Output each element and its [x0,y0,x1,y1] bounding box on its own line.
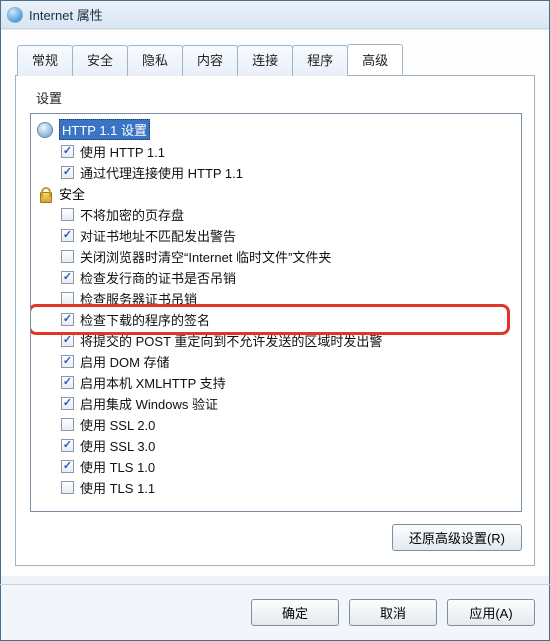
tree-item-label: 启用 DOM 存储 [80,352,170,371]
tab-security[interactable]: 安全 [72,45,128,76]
checkbox[interactable] [61,397,74,410]
tab-label: 连接 [252,53,278,68]
tab-advanced[interactable]: 高级 [347,44,403,75]
tab-label: 高级 [362,53,388,68]
checkbox[interactable] [61,439,74,452]
ok-button[interactable]: 确定 [251,599,339,626]
tree-item-label: 关闭浏览器时清空“Internet 临时文件”文件夹 [80,247,331,266]
tree-item-label: 不将加密的页存盘 [80,205,184,224]
cancel-button[interactable]: 取消 [349,599,437,626]
tree-item[interactable]: 使用 SSL 2.0 [35,414,519,435]
tree-item-label: 使用 TLS 1.1 [80,478,155,497]
tree-item-label: 检查发行商的证书是否吊销 [80,268,236,287]
checkbox[interactable] [61,229,74,242]
restore-row: 还原高级设置(R) [30,524,522,551]
checkbox[interactable] [61,208,74,221]
tree-item-label: 使用 HTTP 1.1 [80,142,165,161]
tree-item[interactable]: 启用 DOM 存储 [35,351,519,372]
tree-category-label: HTTP 1.1 设置 [59,119,150,140]
checkbox[interactable] [61,250,74,263]
settings-tree[interactable]: HTTP 1.1 设置使用 HTTP 1.1 通过代理连接使用 HTTP 1.1 安… [30,113,522,512]
globe-icon [7,7,23,23]
tree-item[interactable]: 使用 SSL 3.0 [35,435,519,456]
tab-label: 内容 [197,53,223,68]
tree-item[interactable]: 检查发行商的证书是否吊销 [35,267,519,288]
internet-options-window: Internet 属性 常规 安全 隐私 内容 连接 程序 高级 设置 HTTP… [0,0,550,641]
tree-item[interactable]: 使用 HTTP 1.1 [35,141,519,162]
client-area: 常规 安全 隐私 内容 连接 程序 高级 设置 HTTP 1.1 设置使用 HT… [1,29,549,576]
tab-connections[interactable]: 连接 [237,45,293,76]
tree-item[interactable]: 启用集成 Windows 验证 [35,393,519,414]
gear-icon [37,122,53,138]
checkbox[interactable] [61,145,74,158]
window-title: Internet 属性 [29,5,103,24]
tree-item[interactable]: 使用 TLS 1.0 [35,456,519,477]
tab-label: 常规 [32,53,58,68]
tree-item[interactable]: 不将加密的页存盘 [35,204,519,225]
tree-item[interactable]: 检查服务器证书吊销 [35,288,519,309]
tab-label: 安全 [87,53,113,68]
settings-label: 设置 [36,88,522,107]
tree-item[interactable]: 通过代理连接使用 HTTP 1.1 [35,162,519,183]
tree-item[interactable]: 检查下载的程序的签名 [35,309,519,330]
checkbox[interactable] [61,271,74,284]
tree-item-label: 检查服务器证书吊销 [80,289,197,308]
tree-item-label: 使用 SSL 2.0 [80,415,155,434]
tree-item[interactable]: 关闭浏览器时清空“Internet 临时文件”文件夹 [35,246,519,267]
checkbox[interactable] [61,334,74,347]
tree-item-label: 将提交的 POST 重定向到不允许发送的区域时发出警 [80,331,382,350]
tree-category[interactable]: 安全 [35,183,519,204]
checkbox[interactable] [61,166,74,179]
checkbox[interactable] [61,376,74,389]
tab-label: 隐私 [142,53,168,68]
tree-item[interactable]: 启用本机 XMLHTTP 支持 [35,372,519,393]
tree-item[interactable]: 对证书地址不匹配发出警告 [35,225,519,246]
tab-label: 程序 [307,53,333,68]
tree-item-label: 检查下载的程序的签名 [80,310,210,329]
tab-general[interactable]: 常规 [17,45,73,76]
tab-programs[interactable]: 程序 [292,45,348,76]
apply-button[interactable]: 应用(A) [447,599,535,626]
tree-category[interactable]: HTTP 1.1 设置 [35,118,519,141]
tree-item-label: 启用本机 XMLHTTP 支持 [80,373,226,392]
tree-category-label: 安全 [59,184,85,203]
tree-item[interactable]: 使用 TLS 1.1 [35,477,519,498]
tree-item-label: 通过代理连接使用 HTTP 1.1 [80,163,243,182]
tab-content[interactable]: 内容 [182,45,238,76]
tree-item-label: 使用 SSL 3.0 [80,436,155,455]
checkbox[interactable] [61,418,74,431]
tabstrip: 常规 安全 隐私 内容 连接 程序 高级 [17,44,535,75]
tree-item-label: 启用集成 Windows 验证 [80,394,218,413]
checkbox[interactable] [61,355,74,368]
checkbox[interactable] [61,481,74,494]
restore-advanced-button[interactable]: 还原高级设置(R) [392,524,522,551]
checkbox[interactable] [61,460,74,473]
tree-item-label: 对证书地址不匹配发出警告 [80,226,236,245]
dialog-footer: 确定 取消 应用(A) [1,585,549,640]
titlebar: Internet 属性 [1,1,549,29]
checkbox[interactable] [61,313,74,326]
tab-privacy[interactable]: 隐私 [127,45,183,76]
tree-item-label: 使用 TLS 1.0 [80,457,155,476]
lock-icon [37,186,53,202]
checkbox[interactable] [61,292,74,305]
advanced-tab-panel: 设置 HTTP 1.1 设置使用 HTTP 1.1 通过代理连接使用 HTTP 1… [15,75,535,566]
tree-item[interactable]: 将提交的 POST 重定向到不允许发送的区域时发出警 [35,330,519,351]
